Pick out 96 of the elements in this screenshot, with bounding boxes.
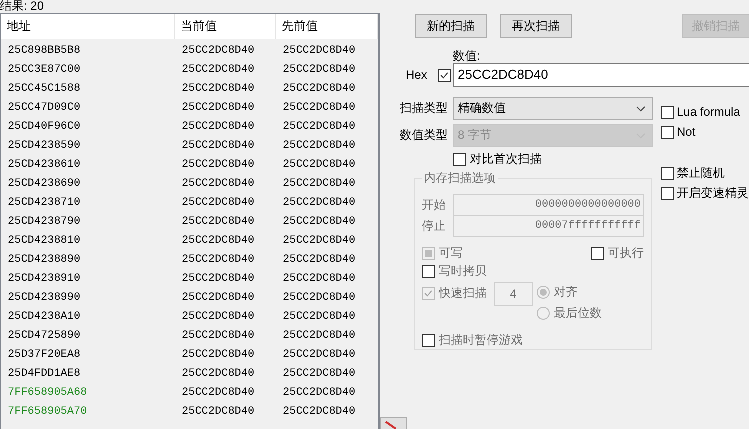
- address-cell-text: 25CC3E87C00: [7, 64, 82, 76]
- range-label: 开始: [422, 196, 447, 214]
- checkbox[interactable]: [453, 152, 466, 166]
- value-cell-text: 25CC2DC8D40: [181, 158, 256, 170]
- checkbox[interactable]: [661, 106, 674, 118]
- value-cell-text: 25CC2DC8D40: [181, 330, 256, 342]
- value-cell-text: 25CC2DC8D40: [181, 292, 256, 304]
- address-cell-text: 25CD4725890: [7, 330, 82, 342]
- column-header[interactable]: 当前值: [175, 14, 276, 39]
- address-cell-text: 25CD40F96C0: [7, 120, 82, 132]
- value-cell-text: 25CC2DC8D40: [282, 310, 357, 322]
- value-cell-text: 25CC2DC8D40: [282, 348, 357, 360]
- checkbox[interactable]: [661, 186, 674, 200]
- address-cell-text: 7FF658905A70: [7, 406, 88, 418]
- address-cell-text: 25C898BB5B8: [7, 44, 82, 56]
- address-cell-text: 25D4FDD1AE8: [7, 368, 82, 380]
- value-cell-text: 25CC2DC8D40: [282, 406, 357, 418]
- value-cell-text: 25CC2DC8D40: [282, 386, 357, 398]
- scan-button[interactable]: 新的扫描: [415, 14, 487, 38]
- value-input[interactable]: 25CC2DC8D40: [453, 63, 749, 87]
- option-label: Lua formula: [677, 105, 740, 119]
- value-label: 数值:: [453, 49, 482, 63]
- scan-type-label: 扫描类型: [400, 100, 449, 117]
- address-cell-text: 25CD4238590: [7, 140, 82, 152]
- value-cell-text: 25CC2DC8D40: [181, 234, 256, 246]
- address-cell-text: 25CD4238A10: [7, 310, 82, 322]
- value-cell-text: 25CC2DC8D40: [181, 272, 256, 284]
- value-cell-text: 25CC2DC8D40: [181, 44, 256, 56]
- slash-icon: [385, 420, 399, 428]
- option-label: 开启变速精灵: [677, 184, 749, 202]
- value-type-label: 数值类型: [400, 127, 449, 144]
- value-cell-text: 25CC2DC8D40: [282, 234, 357, 246]
- option-label: Not: [677, 125, 696, 139]
- option-label: 最后位数: [554, 304, 602, 322]
- address-cell-text: 25CD4238910: [7, 272, 82, 284]
- value-cell-text: 25CC2DC8D40: [181, 368, 256, 380]
- results-count: 结果: 20: [0, 0, 46, 12]
- scan-button[interactable]: 再次扫描: [500, 14, 572, 38]
- value-cell-text: 25CC2DC8D40: [181, 310, 256, 322]
- option-label: 可执行: [608, 244, 644, 262]
- hex-label: Hex: [406, 68, 428, 82]
- value-cell-text: 25CC2DC8D40: [282, 178, 357, 190]
- value-cell-text: 25CC2DC8D40: [181, 82, 256, 94]
- option-label: 快速扫描: [439, 285, 487, 302]
- address-cell-text: 25CD4238610: [7, 158, 82, 170]
- value-cell-text: 25CC2DC8D40: [181, 178, 256, 190]
- value-cell-text: 25CC2DC8D40: [282, 292, 357, 304]
- value-cell-text: 25CC2DC8D40: [282, 272, 357, 284]
- address-cell-text: 25D37F20EA8: [7, 348, 82, 360]
- column-header[interactable]: 地址: [1, 14, 175, 39]
- checkbox[interactable]: [661, 126, 674, 138]
- address-cell-text: 25CD4238890: [7, 254, 82, 266]
- address-cell-text: 7FF658905A68: [7, 386, 88, 398]
- range-label: 停止: [422, 218, 447, 234]
- chevron-icon: [636, 106, 646, 112]
- value-cell-text: 25CC2DC8D40: [181, 348, 256, 360]
- value-cell-text: 25CC2DC8D40: [181, 140, 256, 152]
- value-cell-text: 25CC2DC8D40: [282, 254, 357, 266]
- value-cell-text: 25CC2DC8D40: [181, 120, 256, 132]
- option-label: 写时拷贝: [439, 263, 487, 280]
- value-cell-text: 25CC2DC8D40: [282, 120, 357, 132]
- value-cell-text: 25CC2DC8D40: [181, 216, 256, 228]
- address-cell-text: 25CD4238790: [7, 216, 82, 228]
- value-cell-text: 25CC2DC8D40: [282, 44, 357, 56]
- option-label: 禁止随机: [677, 164, 725, 182]
- value-cell-text: 25CC2DC8D40: [282, 330, 357, 342]
- value-cell-text: 25CC2DC8D40: [181, 196, 256, 208]
- address-cell-text: 25CC45C1588: [7, 82, 82, 94]
- value-cell-text: 25CC2DC8D40: [282, 102, 357, 114]
- value-cell-text: 25CC2DC8D40: [181, 406, 256, 418]
- option-label: 对比首次扫描: [470, 150, 542, 168]
- option-label: 对齐: [554, 284, 578, 300]
- value-cell-text: 25CC2DC8D40: [282, 82, 357, 94]
- value-cell-text: 25CC2DC8D40: [181, 64, 256, 76]
- group-title: 内存扫描选项: [422, 171, 498, 185]
- value-cell-text: 25CC2DC8D40: [282, 158, 357, 170]
- value-cell-text: 25CC2DC8D40: [282, 368, 357, 380]
- value-cell-text: 25CC2DC8D40: [181, 386, 256, 398]
- value-cell-text: 25CC2DC8D40: [181, 254, 256, 266]
- option-label: 可写: [439, 244, 463, 262]
- address-cell-text: 25CD4238990: [7, 292, 82, 304]
- value-cell-text: 25CC2DC8D40: [181, 102, 256, 114]
- scan-type-dropdown[interactable]: 精确数值: [453, 97, 653, 120]
- value-cell-text: 25CC2DC8D40: [282, 196, 357, 208]
- value-cell-text: 25CC2DC8D40: [282, 216, 357, 228]
- address-cell-text: 25CD4238810: [7, 234, 82, 246]
- hex-checkbox[interactable]: [438, 68, 451, 82]
- column-header[interactable]: 先前值: [276, 14, 378, 39]
- address-cell-text: 25CC47D09C0: [7, 102, 82, 114]
- option-label: 扫描时暂停游戏: [439, 332, 523, 349]
- checkbox[interactable]: [661, 166, 674, 180]
- value-cell-text: 25CC2DC8D40: [282, 140, 357, 152]
- toolbar-button[interactable]: [380, 417, 407, 429]
- value-cell-text: 25CC2DC8D40: [282, 64, 357, 76]
- address-cell-text: 25CD4238710: [7, 196, 82, 208]
- address-cell-text: 25CD4238690: [7, 178, 82, 190]
